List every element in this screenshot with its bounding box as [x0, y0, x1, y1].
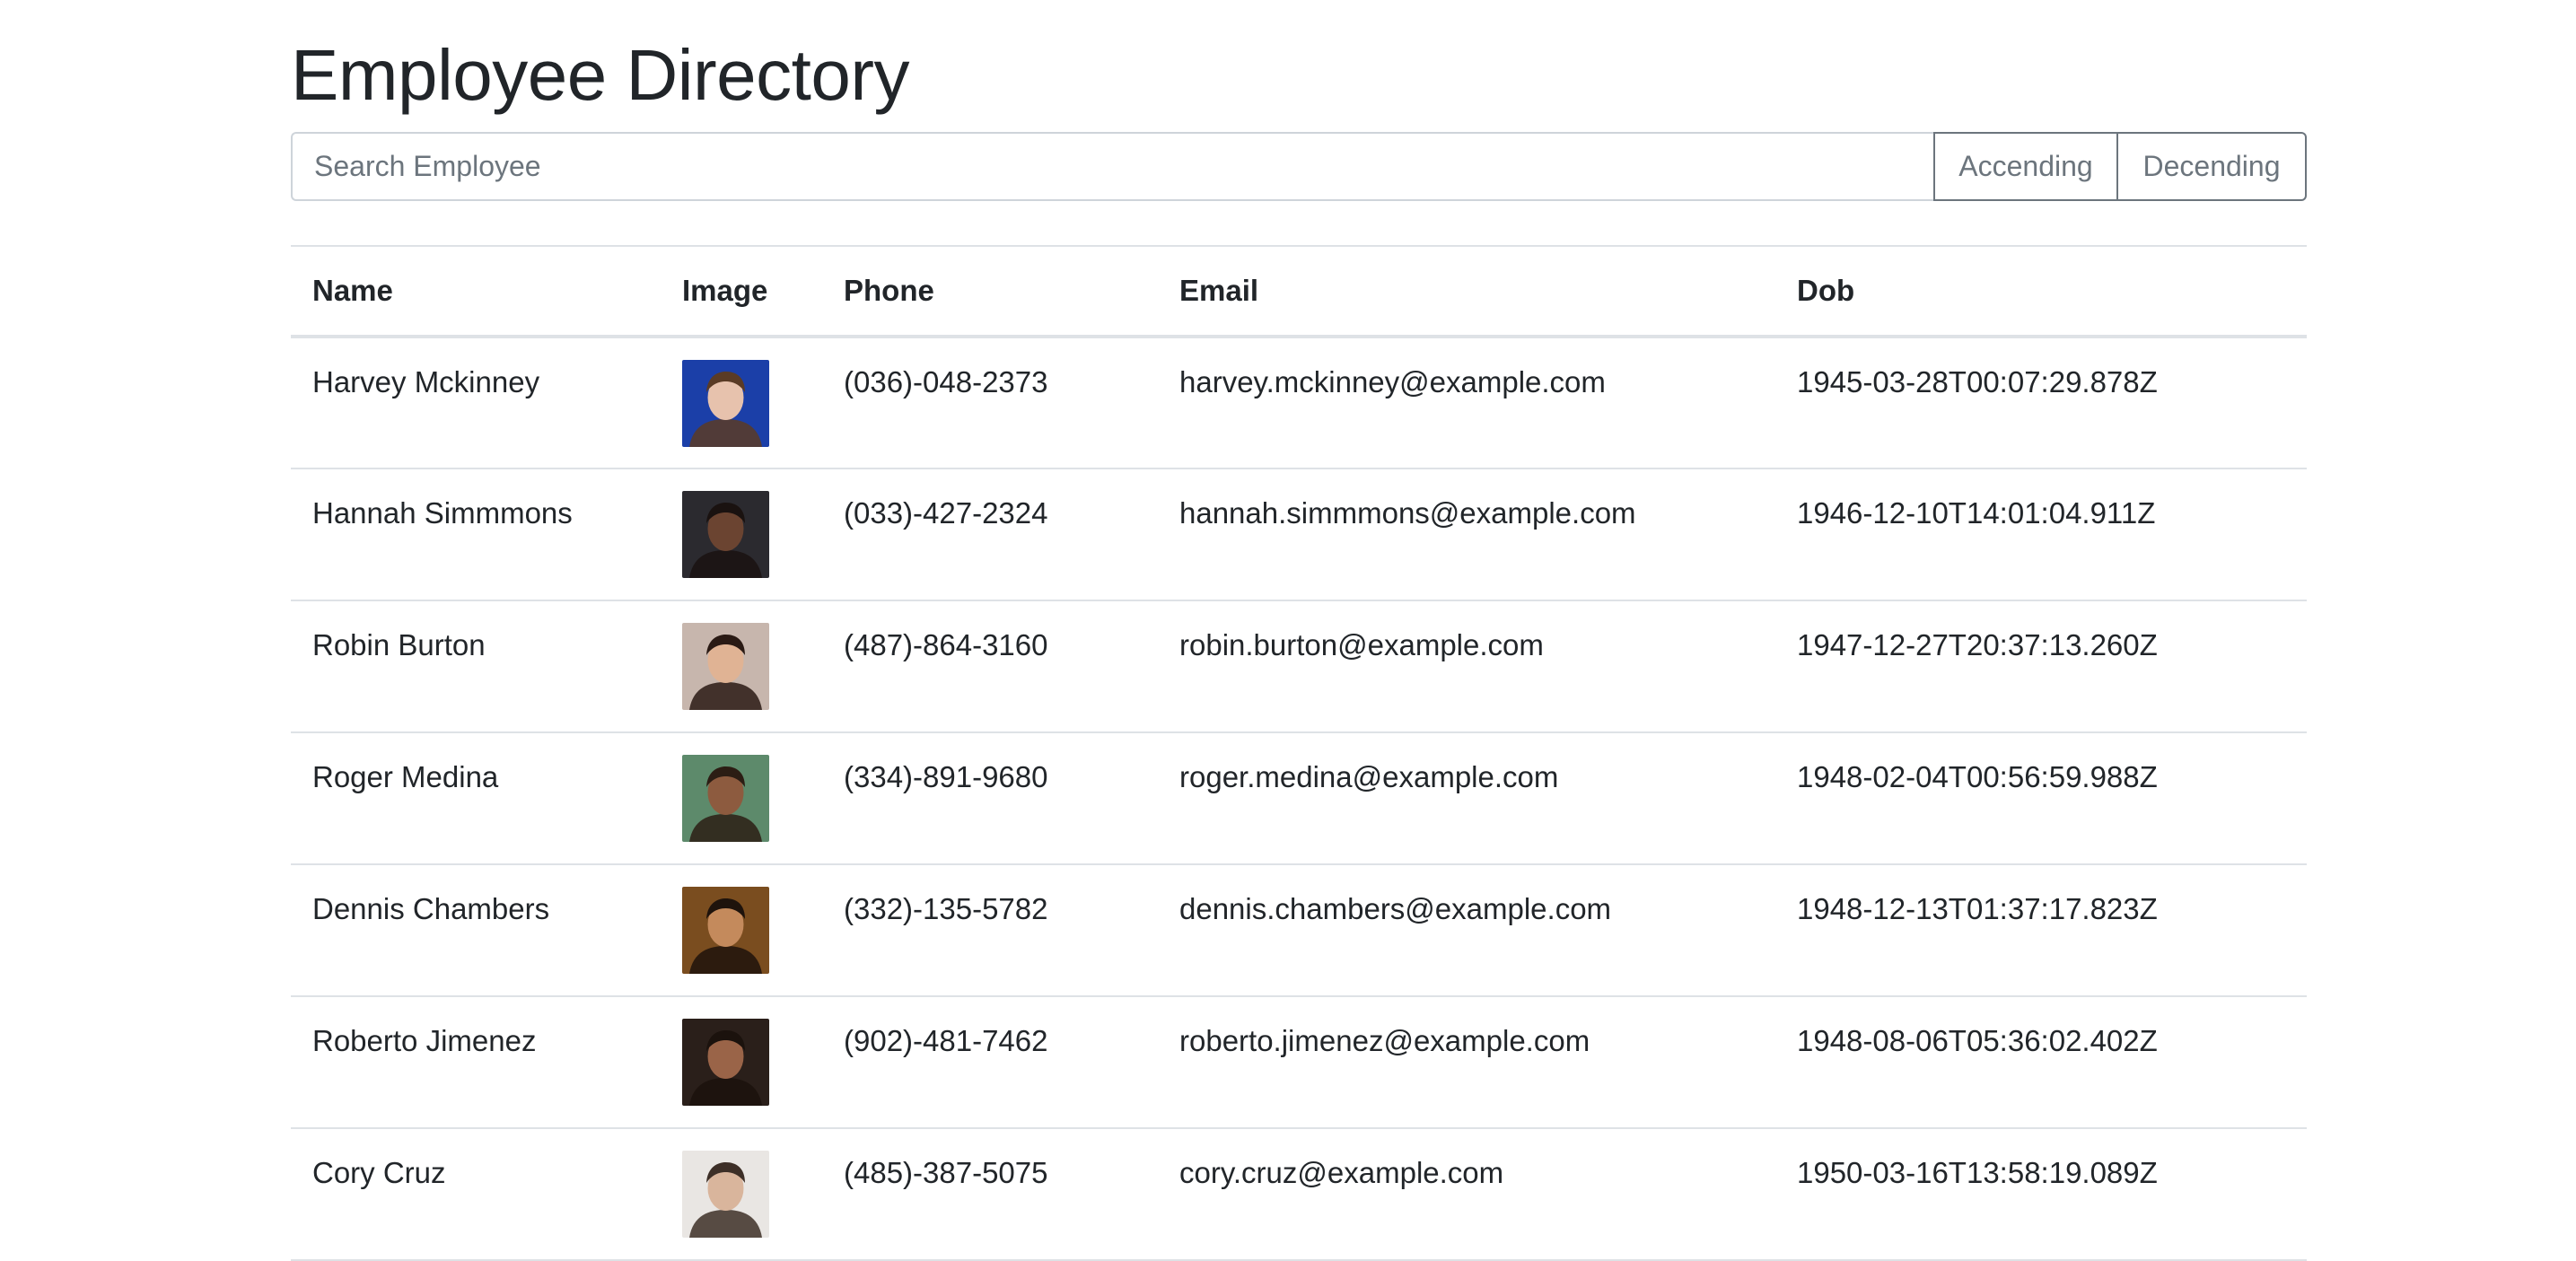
- avatar: [682, 1151, 769, 1238]
- column-header-image[interactable]: Image: [661, 245, 822, 338]
- phone-text: (332)-135-5782: [844, 892, 1048, 925]
- cell-dob: 1948-12-13T01:37:17.823Z: [1775, 864, 2307, 997]
- column-header-name[interactable]: Name: [291, 245, 661, 338]
- column-header-phone[interactable]: Phone: [822, 245, 1158, 338]
- avatar: [682, 360, 769, 447]
- person-photo-icon: [682, 1019, 769, 1106]
- cell-email: harvey.mckinney@example.com: [1158, 337, 1775, 469]
- email-text: roger.medina@example.com: [1179, 760, 1559, 793]
- dob-text: 1948-12-13T01:37:17.823Z: [1797, 892, 2158, 925]
- cell-image: [661, 1128, 822, 1261]
- avatar: [682, 1019, 769, 1106]
- cell-dob: 1945-03-28T00:07:29.878Z: [1775, 337, 2307, 469]
- cell-dob: 1950-03-16T13:58:19.089Z: [1775, 1128, 2307, 1261]
- name-text: Cory Cruz: [312, 1156, 446, 1189]
- cell-image: [661, 864, 822, 997]
- cell-phone: (487)-864-3160: [822, 600, 1158, 733]
- column-header-email[interactable]: Email: [1158, 245, 1775, 338]
- cell-dob: 1947-12-27T20:37:13.260Z: [1775, 600, 2307, 733]
- name-text: Robin Burton: [312, 628, 486, 661]
- cell-phone: (033)-427-2324: [822, 468, 1158, 601]
- table-row: Hannah Simmmons (033)-427-2324 hannah.simm…: [291, 468, 2307, 601]
- cell-email: cory.cruz@example.com: [1158, 1128, 1775, 1261]
- cell-name: Harvey Mckinney: [291, 337, 661, 469]
- column-header-dob[interactable]: Dob: [1775, 245, 2307, 338]
- cell-image: [661, 337, 822, 469]
- avatar: [682, 623, 769, 710]
- cell-phone: (902)-481-7462: [822, 996, 1158, 1129]
- person-photo-icon: [682, 623, 769, 710]
- page-title: Employee Directory: [291, 35, 910, 115]
- person-photo-icon: [682, 1151, 769, 1238]
- name-text: Harvey Mckinney: [312, 365, 540, 398]
- avatar: [682, 491, 769, 578]
- table-row: Dennis Chambers (332)-135-5782 dennis.cham…: [291, 864, 2307, 997]
- cell-name: Roberto Jimenez: [291, 996, 661, 1129]
- cell-phone: (334)-891-9680: [822, 732, 1158, 865]
- name-text: Dennis Chambers: [312, 892, 550, 925]
- name-text: Roger Medina: [312, 760, 499, 793]
- person-photo-icon: [682, 755, 769, 842]
- person-photo-icon: [682, 491, 769, 578]
- email-text: dennis.chambers@example.com: [1179, 892, 1612, 925]
- table-row: Cory Cruz (485)-387-5075 cory.cruz@example…: [291, 1128, 2307, 1261]
- table-body: Harvey Mckinney (036)-048-2373 harvey.mcki…: [291, 337, 2307, 1261]
- cell-image: [661, 996, 822, 1129]
- cell-image: [661, 732, 822, 865]
- avatar: [682, 755, 769, 842]
- phone-text: (487)-864-3160: [844, 628, 1048, 661]
- cell-dob: 1946-12-10T14:01:04.911Z: [1775, 468, 2307, 601]
- email-text: cory.cruz@example.com: [1179, 1156, 1504, 1189]
- cell-phone: (332)-135-5782: [822, 864, 1158, 997]
- phone-text: (902)-481-7462: [844, 1024, 1048, 1057]
- table-row: Roger Medina (334)-891-9680 roger.medina@e…: [291, 732, 2307, 865]
- avatar: [682, 887, 769, 974]
- email-text: robin.burton@example.com: [1179, 628, 1544, 661]
- search-input[interactable]: [291, 132, 1933, 201]
- phone-text: (485)-387-5075: [844, 1156, 1048, 1189]
- cell-name: Roger Medina: [291, 732, 661, 865]
- dob-text: 1947-12-27T20:37:13.260Z: [1797, 628, 2158, 661]
- dob-text: 1948-02-04T00:56:59.988Z: [1797, 760, 2158, 793]
- ascending-button[interactable]: Accending: [1933, 132, 2118, 201]
- dob-text: 1948-08-06T05:36:02.402Z: [1797, 1024, 2158, 1057]
- email-text: hannah.simmmons@example.com: [1179, 496, 1636, 530]
- dob-text: 1950-03-16T13:58:19.089Z: [1797, 1156, 2158, 1189]
- cell-email: hannah.simmmons@example.com: [1158, 468, 1775, 601]
- cell-image: [661, 600, 822, 733]
- employee-table: Name Image Phone Email Dob Harvey Mckinn…: [291, 245, 2307, 1261]
- name-text: Hannah Simmmons: [312, 496, 573, 530]
- phone-text: (036)-048-2373: [844, 365, 1048, 398]
- table-row: Roberto Jimenez (902)-481-7462 roberto.jim…: [291, 996, 2307, 1129]
- phone-text: (033)-427-2324: [844, 496, 1048, 530]
- person-photo-icon: [682, 887, 769, 974]
- table-row: Robin Burton (487)-864-3160 robin.burton@e…: [291, 600, 2307, 733]
- cell-phone: (485)-387-5075: [822, 1128, 1158, 1261]
- cell-email: roberto.jimenez@example.com: [1158, 996, 1775, 1129]
- name-text: Roberto Jimenez: [312, 1024, 537, 1057]
- cell-email: robin.burton@example.com: [1158, 600, 1775, 733]
- dob-text: 1945-03-28T00:07:29.878Z: [1797, 365, 2158, 398]
- table-row: Harvey Mckinney (036)-048-2373 harvey.mcki…: [291, 337, 2307, 469]
- cell-email: roger.medina@example.com: [1158, 732, 1775, 865]
- table-header-row: Name Image Phone Email Dob: [291, 245, 2307, 338]
- descending-button[interactable]: Decending: [2118, 132, 2307, 201]
- cell-dob: 1948-02-04T00:56:59.988Z: [1775, 732, 2307, 865]
- search-group: Accending Decending: [291, 132, 2307, 201]
- cell-name: Robin Burton: [291, 600, 661, 733]
- cell-name: Dennis Chambers: [291, 864, 661, 997]
- dob-text: 1946-12-10T14:01:04.911Z: [1797, 496, 2156, 530]
- cell-email: dennis.chambers@example.com: [1158, 864, 1775, 997]
- cell-name: Hannah Simmmons: [291, 468, 661, 601]
- cell-name: Cory Cruz: [291, 1128, 661, 1261]
- email-text: harvey.mckinney@example.com: [1179, 365, 1606, 398]
- cell-image: [661, 468, 822, 601]
- person-photo-icon: [682, 360, 769, 447]
- email-text: roberto.jimenez@example.com: [1179, 1024, 1590, 1057]
- phone-text: (334)-891-9680: [844, 760, 1048, 793]
- cell-phone: (036)-048-2373: [822, 337, 1158, 469]
- cell-dob: 1948-08-06T05:36:02.402Z: [1775, 996, 2307, 1129]
